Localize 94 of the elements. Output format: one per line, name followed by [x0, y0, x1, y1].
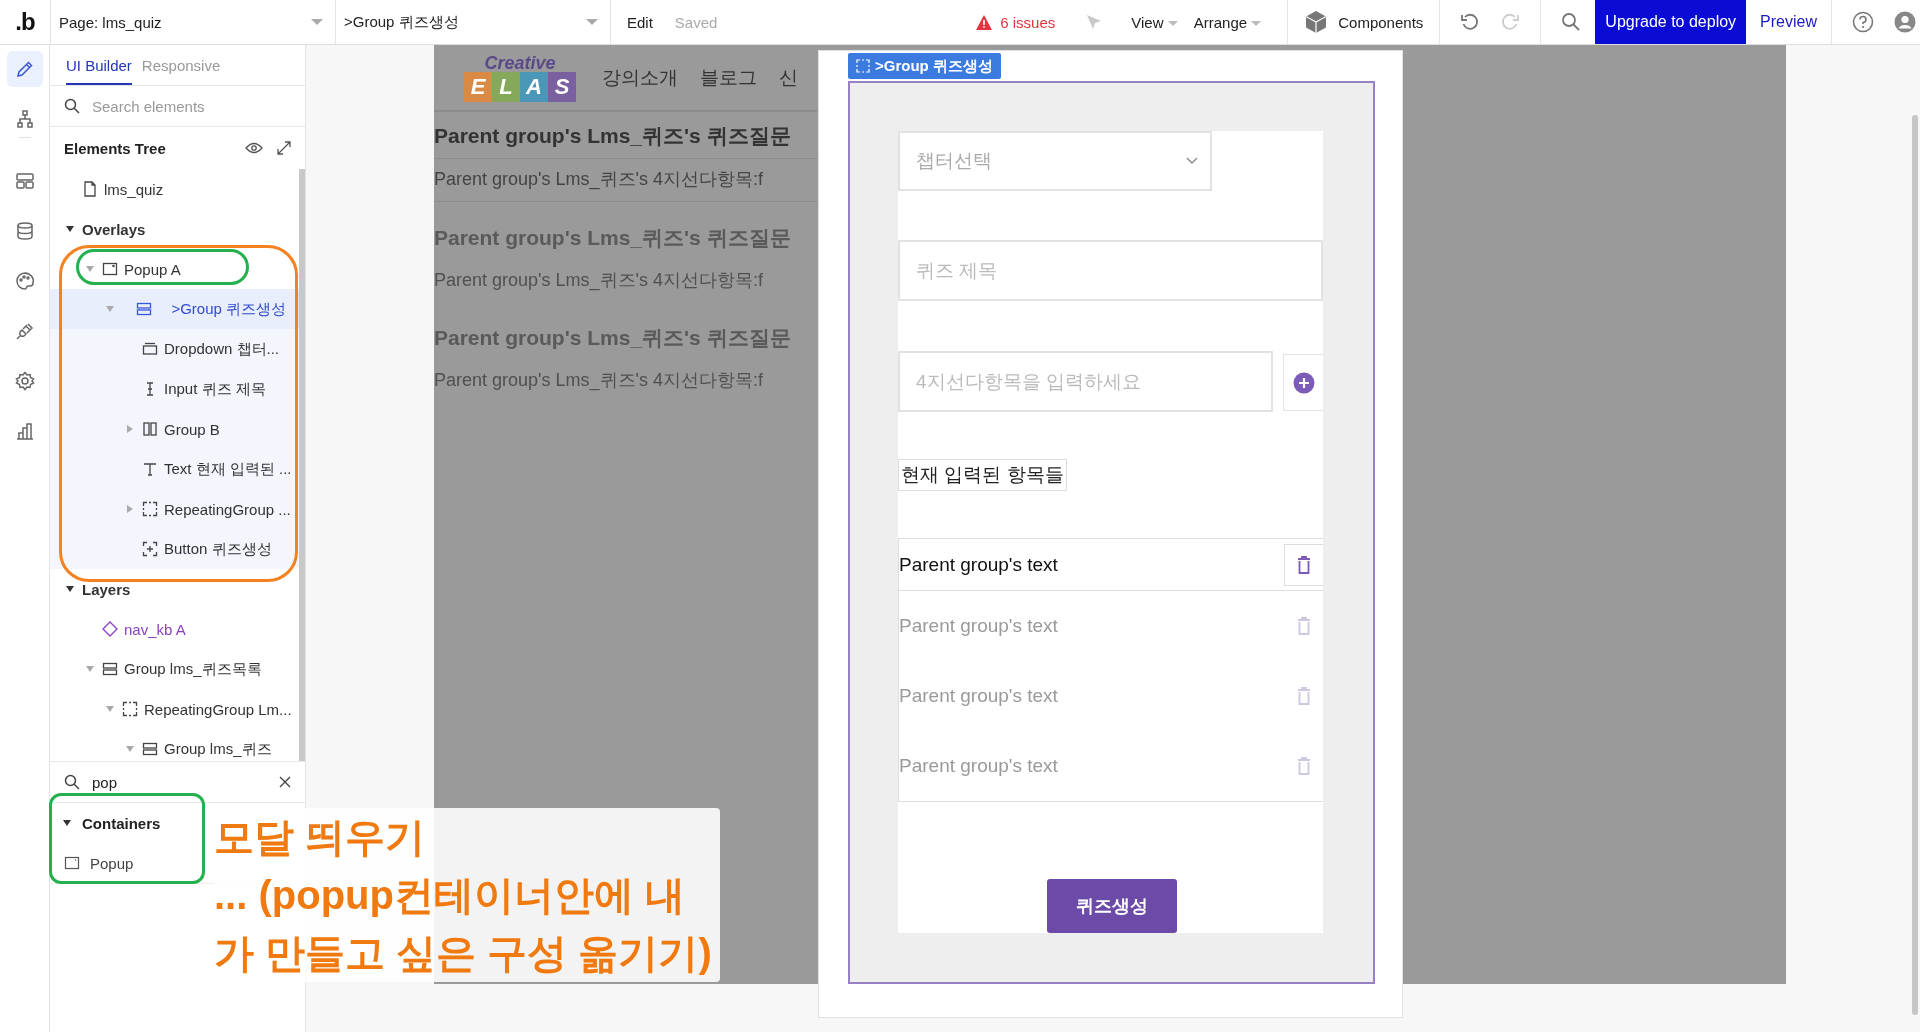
nav-link[interactable]: 강의소개: [602, 64, 678, 91]
reusable-element-icon: [102, 621, 118, 637]
item-text: Parent group's text: [899, 755, 1058, 777]
avatar-icon[interactable]: [1894, 11, 1916, 33]
warning-icon: [976, 14, 993, 30]
create-quiz-button[interactable]: 퀴즈생성: [1047, 879, 1177, 933]
tree-item[interactable]: Text 현재 입력된 ...: [50, 449, 299, 489]
item-text: Parent group's text: [899, 615, 1058, 637]
tree-item[interactable]: Dropdown 챕터...: [50, 329, 299, 369]
tree-item[interactable]: RepeatingGroup ...: [50, 489, 299, 529]
quiz-question-text: Parent group's Lms_퀴즈's 퀴즈질문: [434, 325, 792, 351]
cube-icon: [1304, 10, 1329, 34]
palette-category[interactable]: Containers: [50, 803, 173, 843]
hierarchy-icon: [14, 109, 35, 129]
quiz-option-text: Parent group's Lms_퀴즈's 4지선다항목:f: [434, 269, 764, 293]
group-label: >Group 퀴즈생성: [848, 53, 1001, 79]
eye-icon[interactable]: [245, 142, 263, 154]
quiz-question-text: Parent group's Lms_퀴즈's 퀴즈질문: [434, 225, 792, 251]
group-element-icon: [142, 741, 158, 757]
caret-down-icon[interactable]: [65, 225, 75, 233]
panel-tab[interactable]: UI Builder: [66, 57, 132, 85]
edit-menu[interactable]: Edit: [627, 13, 653, 31]
plug-icon: [14, 321, 35, 341]
database-icon: [14, 221, 35, 241]
save-status: Saved: [674, 13, 718, 31]
selection-icon: [856, 59, 870, 73]
caret-right-icon[interactable]: [126, 504, 134, 514]
upgrade-button[interactable]: Upgrade to deploy: [1595, 0, 1747, 44]
pencil-icon: [14, 59, 35, 79]
quiz-title-input[interactable]: 퀴즈 제목: [898, 240, 1323, 301]
element-selector[interactable]: >Group 퀴즈생성: [336, 0, 611, 44]
chevron-down-icon: [1186, 157, 1198, 165]
caret-down-icon[interactable]: [62, 819, 72, 827]
search-icon[interactable]: [1561, 12, 1582, 32]
tree-item[interactable]: nav_kb A: [50, 609, 299, 649]
toolbar-menu[interactable]: Arrange: [1193, 13, 1262, 31]
text-element-icon: [142, 461, 158, 477]
tree-section[interactable]: Overlays: [50, 209, 299, 249]
group-element-icon: [102, 661, 118, 677]
issues-link[interactable]: 6 issues: [1000, 13, 1056, 31]
tree-item[interactable]: >Group 퀴즈생성: [50, 289, 299, 329]
close-icon[interactable]: [279, 776, 291, 788]
palette-icon: [14, 271, 35, 291]
page-element-icon: [82, 181, 98, 197]
repeating-element-icon: [142, 501, 158, 517]
tree-title: Elements Tree: [64, 139, 167, 157]
option-input[interactable]: 4지선다항목을 입력하세요: [898, 351, 1274, 412]
tree-item[interactable]: RepeatingGroup Lm...: [50, 689, 299, 729]
app-logo[interactable]: .b: [15, 8, 35, 36]
annotation-note: 모달 띄우기 ... (popup컨테이너안에 내 가 만들고 싶은 구성 옮기기): [214, 808, 720, 982]
item-text: Parent group's text: [899, 553, 1058, 576]
preview-link[interactable]: Preview: [1760, 13, 1817, 31]
tree-section[interactable]: Layers: [50, 569, 299, 609]
tree-item[interactable]: Group lms_퀴즈: [50, 729, 299, 761]
sidebar-tab[interactable]: [6, 51, 43, 87]
settings-icon: [14, 371, 35, 391]
tree-item[interactable]: lms_quiz: [50, 169, 299, 209]
help-icon[interactable]: [1852, 11, 1874, 33]
layout-icon: [14, 171, 35, 191]
add-icon[interactable]: [1292, 371, 1315, 394]
toolbar-menu[interactable]: View: [1131, 13, 1178, 31]
columns-element-icon: [142, 421, 158, 437]
search-field[interactable]: pop: [90, 772, 269, 792]
nav-link[interactable]: 신: [779, 64, 798, 91]
quiz-question-text: Parent group's Lms_퀴즈's 퀴즈질문: [434, 112, 817, 159]
item-text: Parent group's text: [899, 685, 1058, 707]
expand-icon[interactable]: [277, 141, 291, 155]
tree-item[interactable]: Group B: [50, 409, 299, 449]
group-element-icon: [135, 301, 152, 317]
components-button[interactable]: Components: [1338, 13, 1424, 31]
dropdown-element-icon: [142, 341, 158, 357]
quiz-option-text: Parent group's Lms_퀴즈's 4지선다항목:f: [434, 369, 764, 393]
bar-chart-icon: [14, 421, 35, 441]
search-icon: [64, 98, 80, 114]
section-label: 현재 입력된 항목들: [898, 459, 1067, 491]
scrollbar[interactable]: [1912, 115, 1918, 1015]
trash-icon[interactable]: [1297, 555, 1311, 574]
search-icon: [64, 774, 80, 790]
page-selector[interactable]: Page: lms_quiz: [51, 0, 336, 44]
caret-right-icon[interactable]: [126, 424, 134, 434]
undo-icon[interactable]: [1460, 12, 1481, 32]
button-element-icon: [142, 541, 158, 557]
quiz-option-text: Parent group's Lms_퀴즈's 4지선다항목:f: [434, 159, 817, 202]
popup-icon: [64, 855, 80, 871]
repeating-element-icon: [122, 701, 138, 717]
tree-item[interactable]: Button 퀴즈생성: [50, 529, 299, 569]
popup-element-icon: [102, 261, 118, 277]
caret-down-icon[interactable]: [65, 585, 75, 593]
nav-link[interactable]: 블로그: [700, 64, 757, 91]
tree-item[interactable]: Popup A: [50, 249, 299, 289]
tree-item[interactable]: Input 퀴즈 제목: [50, 369, 299, 409]
tree-item[interactable]: Group lms_퀴즈목록: [50, 649, 299, 689]
search-field[interactable]: Search elements: [90, 96, 291, 116]
site-logo: Creative E L A S: [464, 53, 576, 102]
